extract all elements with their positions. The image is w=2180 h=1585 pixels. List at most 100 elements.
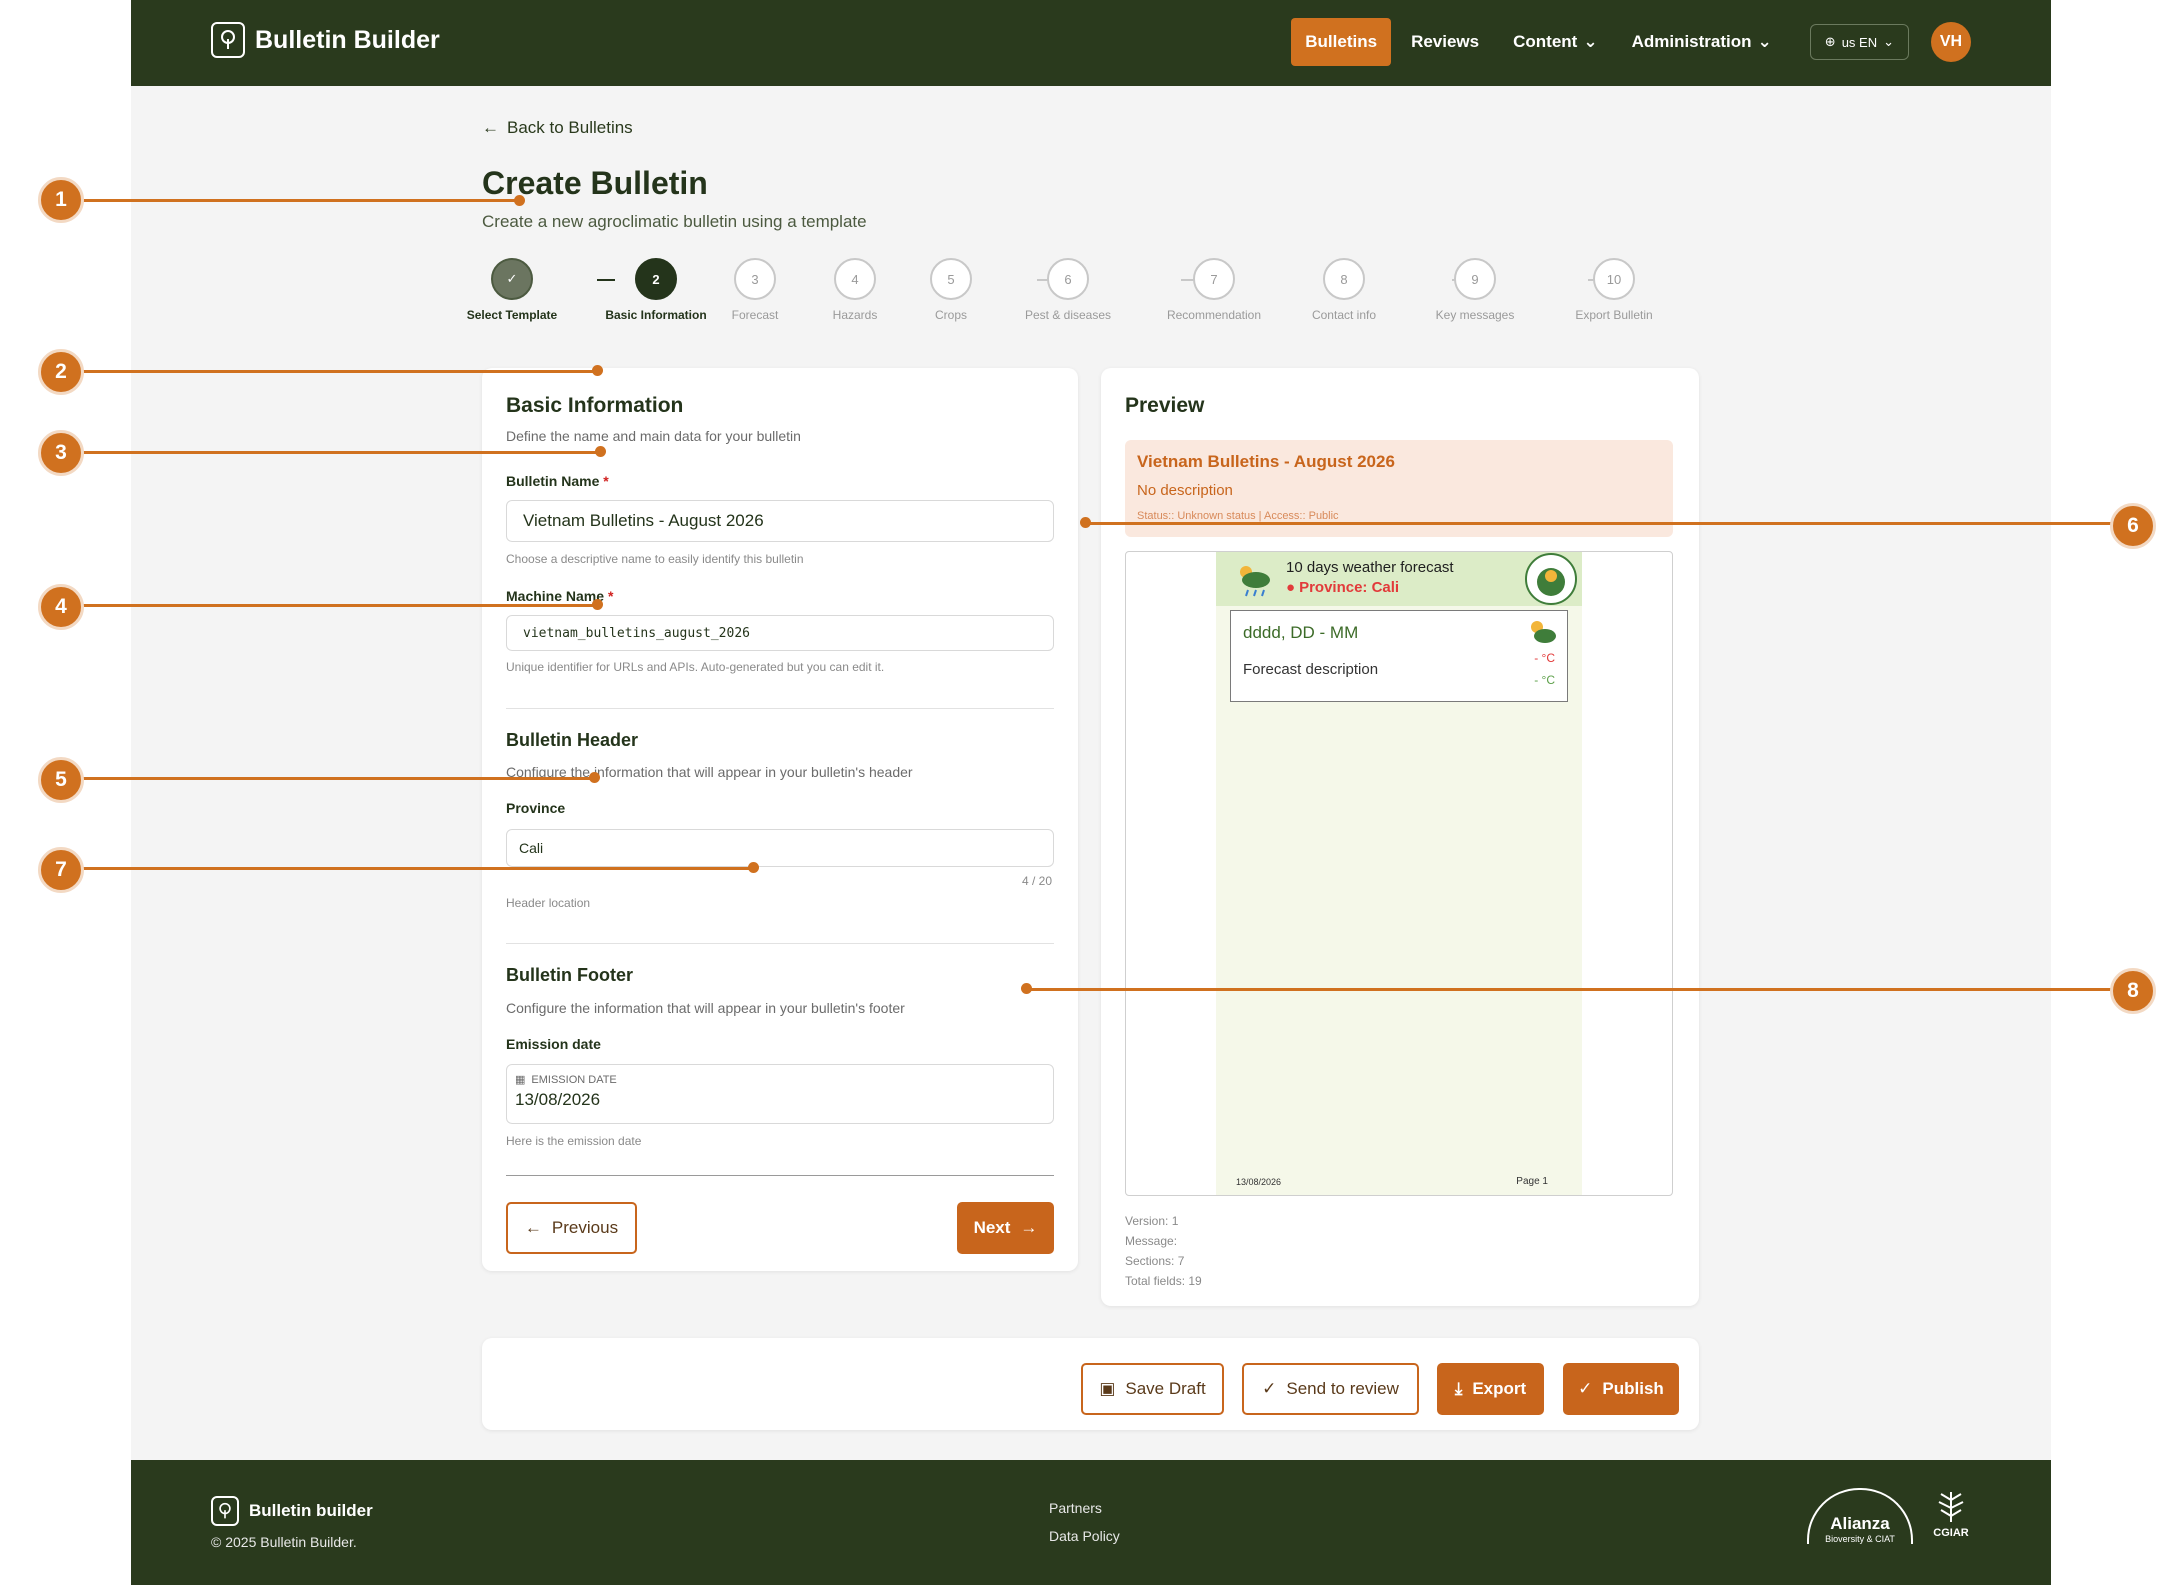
preview-bulletin-name: Vietnam Bulletins - August 2026 <box>1137 452 1395 471</box>
emission-date-label: Emission date <box>506 1036 601 1052</box>
step-crops[interactable]: 5 Crops <box>891 258 1011 323</box>
step-number: 6 <box>1047 258 1089 300</box>
footer-brand[interactable]: Bulletin builder <box>211 1496 373 1526</box>
province-text: Province: Cali <box>1299 579 1400 596</box>
callout-line <box>64 867 754 870</box>
callout-dot <box>592 599 603 610</box>
callout-dot <box>1080 517 1091 528</box>
section-title: Basic Information <box>506 394 684 417</box>
step-contact-info[interactable]: 8 Contact info <box>1284 258 1404 323</box>
callout-dot <box>514 195 525 206</box>
chevron-down-icon: ⌄ <box>1583 32 1598 51</box>
next-button[interactable]: Next → <box>957 1202 1054 1254</box>
brand-logo[interactable]: Bulletin Builder <box>211 22 440 58</box>
preview-title: Preview <box>1125 394 1205 417</box>
data-policy-link[interactable]: Data Policy <box>1049 1528 1120 1544</box>
globe-icon: ⊕ <box>1824 34 1836 49</box>
step-number: 9 <box>1454 258 1496 300</box>
callout-line <box>64 199 519 202</box>
callout-dot <box>589 772 600 783</box>
chevron-down-icon: ⌄ <box>1757 32 1772 51</box>
arrow-left-icon: ← <box>482 118 499 137</box>
day-description: Forecast description <box>1243 661 1379 678</box>
button-label: Next <box>973 1218 1011 1237</box>
section-title: Bulletin Header <box>506 730 639 750</box>
meta-sections: Sections: 7 <box>1125 1254 1185 1268</box>
callout-badge: 4 <box>38 584 84 630</box>
step-number: 5 <box>930 258 972 300</box>
brand-name: Bulletin Builder <box>255 25 440 54</box>
language-selector[interactable]: ⊕ us EN ⌄ <box>1809 24 1909 60</box>
check-circle-icon: ✓ <box>1578 1379 1593 1398</box>
sheet-footer-date: 13/08/2026 <box>1236 1177 1282 1187</box>
step-export-bulletin[interactable]: 10 Export Bulletin <box>1554 258 1674 323</box>
callout-badge: 8 <box>2110 968 2156 1014</box>
nav-administration[interactable]: Administration ⌄ <box>1618 18 1786 66</box>
step-label: Contact info <box>1311 308 1377 322</box>
callout-line <box>64 604 600 607</box>
callout-badge: 7 <box>38 847 84 893</box>
sheet-title: 10 days weather forecast <box>1286 559 1454 576</box>
callout-line <box>64 370 600 373</box>
previous-button[interactable]: ← Previous <box>506 1202 637 1254</box>
logo-text: CGIAR <box>1933 1527 1969 1539</box>
province-label: Province <box>506 800 566 816</box>
calendar-icon: ▦ <box>515 1074 526 1086</box>
step-key-messages[interactable]: 9 Key messages <box>1415 258 1535 323</box>
nav-label: Content <box>1513 32 1578 51</box>
send-to-review-button[interactable]: ✓ Send to review <box>1242 1363 1419 1415</box>
bulletin-seal-logo <box>1524 552 1578 611</box>
bulletin-page-header: 10 days weather forecast ● Province: Cal… <box>1216 552 1582 606</box>
step-number: 10 <box>1593 258 1635 300</box>
save-icon: ▣ <box>1099 1379 1116 1398</box>
bulletin-name-input[interactable]: Vietnam Bulletins - August 2026 <box>506 500 1054 542</box>
publish-button[interactable]: ✓ Publish <box>1563 1363 1679 1415</box>
callout-line <box>1086 522 2134 525</box>
arrow-right-icon: → <box>1020 1218 1038 1237</box>
page-subtitle: Create a new agroclimatic bulletin using… <box>482 212 867 231</box>
machine-name-input[interactable]: vietnam_bulletins_august_2026 <box>506 615 1054 651</box>
nav-reviews[interactable]: Reviews <box>1397 18 1493 66</box>
save-draft-button[interactable]: ▣ Save Draft <box>1081 1363 1224 1415</box>
temp-min: - °C <box>1534 673 1555 687</box>
section-title: Bulletin Footer <box>506 965 633 985</box>
alianza-logo: Alianza Bioversity & CIAT <box>1807 1488 1913 1544</box>
copyright: © 2025 Bulletin Builder. <box>211 1534 357 1550</box>
nav-bulletins[interactable]: Bulletins <box>1291 18 1392 66</box>
nav-content[interactable]: Content ⌄ <box>1499 18 1611 66</box>
user-avatar[interactable]: VH <box>1931 22 1971 62</box>
export-button[interactable]: ⤓ Export <box>1437 1363 1544 1415</box>
partly-cloudy-icon <box>1527 619 1557 650</box>
province-char-count: 4 / 20 <box>1022 874 1053 888</box>
required-marker: * <box>607 588 614 604</box>
step-select-template[interactable]: ✓ Select Template <box>452 258 572 323</box>
step-label: Export Bulletin <box>1575 308 1653 322</box>
check-circle-icon: ✓ <box>491 258 533 300</box>
required-marker: * <box>603 473 609 489</box>
back-link[interactable]: ← Back to Bulletins <box>482 118 633 138</box>
step-number: 7 <box>1193 258 1235 300</box>
action-bar: ▣ Save Draft ✓ Send to review ⤓ Export ✓… <box>482 1338 1699 1430</box>
top-navbar: Bulletin Builder Bulletins Reviews Conte… <box>131 0 2051 86</box>
section-divider <box>506 1175 1054 1176</box>
emission-date-input[interactable]: ▦ EMISSION DATE 13/08/2026 <box>506 1064 1054 1124</box>
step-number: 3 <box>734 258 776 300</box>
partners-link[interactable]: Partners <box>1049 1500 1102 1516</box>
back-label: Back to Bulletins <box>507 118 633 137</box>
emission-date-value: 13/08/2026 <box>515 1090 601 1109</box>
sheet-page-number: Page 1 <box>1516 1176 1548 1187</box>
province-input[interactable]: Cali <box>506 829 1054 867</box>
button-label: Save Draft <box>1125 1379 1206 1398</box>
meta-version: Version: 1 <box>1125 1214 1179 1228</box>
button-label: Previous <box>551 1218 619 1237</box>
preview-panel: Preview Vietnam Bulletins - August 2026 … <box>1101 368 1699 1306</box>
step-pest-diseases[interactable]: 6 Pest & diseases <box>1008 258 1128 323</box>
callout-line <box>1028 988 2134 991</box>
bulletin-sheet-preview[interactable]: 10 days weather forecast ● Province: Cal… <box>1125 551 1673 1196</box>
main-nav: Bulletins Reviews Content ⌄ Administratio… <box>1291 18 1971 66</box>
tree-icon <box>211 22 245 58</box>
step-recommendation[interactable]: 7 Recommendation <box>1154 258 1274 323</box>
callout-badge: 2 <box>38 349 84 395</box>
arrow-left-icon: ← <box>524 1218 542 1237</box>
footer-brand-name: Bulletin builder <box>249 1501 373 1520</box>
